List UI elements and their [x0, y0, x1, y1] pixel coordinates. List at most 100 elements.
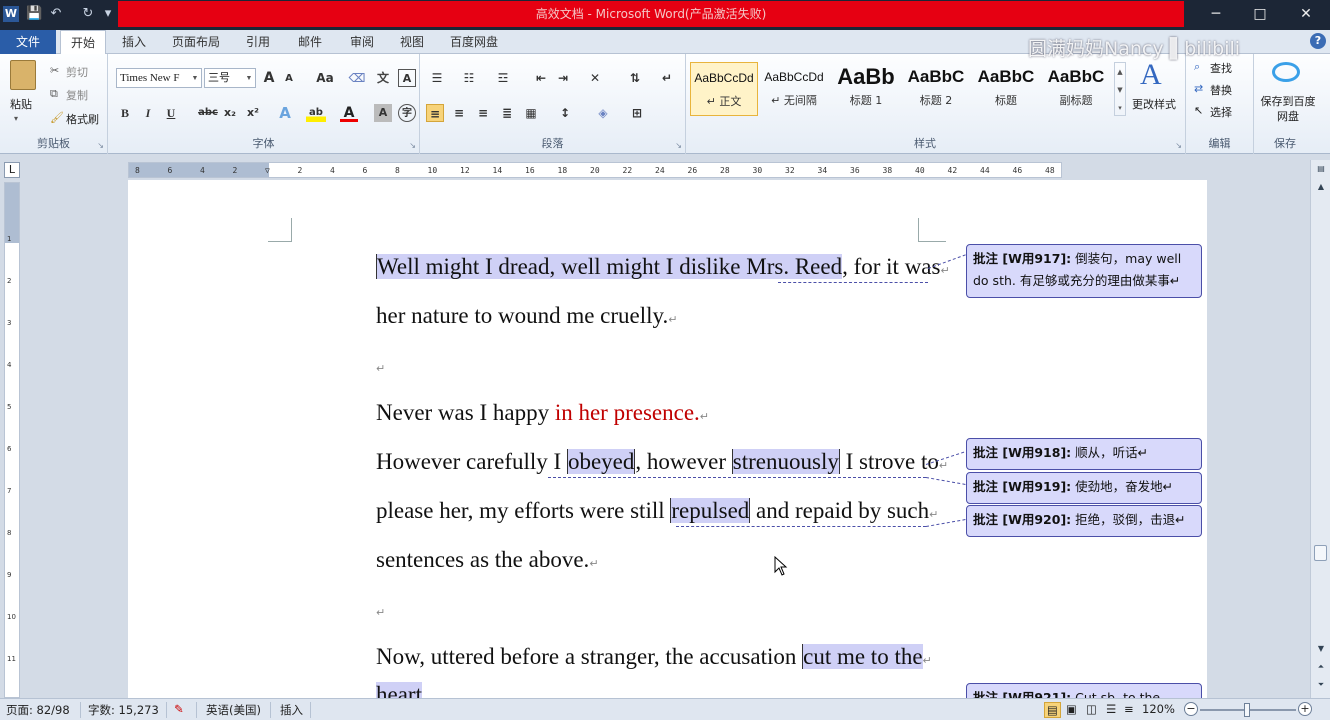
full-screen-view-icon[interactable]: ▣	[1066, 702, 1077, 716]
change-styles-icon[interactable]: A	[1140, 58, 1162, 92]
cut-button[interactable]: 剪切	[66, 64, 88, 80]
redo-icon[interactable]: ↻	[80, 6, 96, 22]
tab-file[interactable]: 文件	[0, 30, 56, 54]
multilevel-list-icon[interactable]: ☲	[494, 69, 512, 87]
justify-icon[interactable]: ≣	[498, 104, 516, 122]
decrease-indent-icon[interactable]: ⇤	[532, 69, 550, 87]
scroll-up-icon[interactable]: ▲	[1314, 180, 1328, 194]
show-marks-icon[interactable]: ↵	[658, 69, 676, 87]
underline-button[interactable]: U	[162, 104, 180, 122]
align-left-icon[interactable]: ≡	[426, 104, 444, 122]
paste-button[interactable]: 粘贴	[10, 96, 32, 112]
style-no-spacing[interactable]: AaBbCcDd ↵ 无间隔	[760, 62, 828, 116]
tab-baidu-netdisk[interactable]: 百度网盘	[442, 30, 506, 54]
sort-icon[interactable]: ⇅	[626, 69, 644, 87]
document-page[interactable]: Well might I dread, well might I dislike…	[128, 180, 1207, 698]
doc-line-3[interactable]: ↵	[376, 352, 385, 378]
superscript-button[interactable]: x²	[244, 104, 262, 122]
word-count[interactable]: 字数: 15,273	[88, 702, 159, 718]
commented-text-920[interactable]: repulsed	[670, 498, 751, 523]
change-styles-button[interactable]: 更改样式	[1132, 96, 1176, 112]
style-heading-2[interactable]: AaBbC 标题 2	[902, 62, 970, 116]
char-border-icon[interactable]: A	[398, 69, 416, 87]
undo-icon[interactable]: ↶	[48, 6, 64, 22]
commented-text-919[interactable]: strenuously	[731, 449, 840, 474]
char-shading-button[interactable]: A	[374, 104, 392, 122]
replace-button[interactable]: 替换	[1210, 82, 1232, 98]
insert-mode-indicator[interactable]: 插入	[280, 702, 303, 718]
styles-scroll[interactable]: ▲ ▼ ▾	[1114, 62, 1126, 116]
style-subtitle[interactable]: AaBbC 副标题	[1042, 62, 1110, 116]
text-effects-button[interactable]: A	[276, 104, 294, 122]
comment-balloon-917[interactable]: 批注 [W用917]: 倒装句，may well do sth. 有足够或充分的…	[966, 244, 1202, 298]
styles-launcher-icon[interactable]: ↘	[1175, 141, 1182, 150]
doc-line-8[interactable]: ↵	[376, 596, 385, 622]
grow-font-button[interactable]: A	[260, 69, 278, 87]
enclose-char-button[interactable]: 字	[398, 104, 416, 122]
tab-page-layout[interactable]: 页面布局	[166, 30, 226, 54]
style-title[interactable]: AaBbC 标题	[972, 62, 1040, 116]
doc-line-2[interactable]: her nature to wound me cruelly.↵	[376, 303, 678, 329]
align-center-icon[interactable]: ≡	[450, 104, 468, 122]
doc-line-10[interactable]: heart	[376, 682, 422, 698]
distributed-icon[interactable]: ▦	[522, 104, 540, 122]
word-app-icon[interactable]: W	[3, 6, 19, 22]
page-indicator[interactable]: 页面: 82/98	[6, 702, 70, 718]
doc-line-1[interactable]: Well might I dread, well might I dislike…	[376, 254, 950, 280]
horizontal-ruler[interactable]: 8 6 4 2 ▽ 2 4 6 8 10 12 14 16 18 20 22 24 26 28 30 32 34 36 38 4…	[128, 162, 1062, 178]
style-heading-1[interactable]: AaBb 标题 1	[832, 62, 900, 116]
previous-page-icon[interactable]: ⏶	[1314, 660, 1328, 674]
increase-indent-icon[interactable]: ⇥	[554, 69, 572, 87]
tab-references[interactable]: 引用	[236, 30, 280, 54]
help-icon[interactable]: ?	[1310, 33, 1326, 49]
select-button[interactable]: 选择	[1210, 104, 1232, 120]
italic-button[interactable]: I	[139, 104, 157, 122]
scroll-down-icon[interactable]: ▼	[1314, 642, 1328, 656]
comment-balloon-920[interactable]: 批注 [W用920]: 拒绝，驳倒，击退↵	[966, 505, 1202, 537]
shrink-font-button[interactable]: A	[280, 70, 298, 88]
font-color-button[interactable]: A	[340, 104, 358, 122]
paste-dropdown-icon[interactable]: ▾	[14, 114, 18, 123]
font-launcher-icon[interactable]: ↘	[409, 141, 416, 150]
tab-insert[interactable]: 插入	[112, 30, 156, 54]
baidu-cloud-icon[interactable]	[1272, 62, 1300, 82]
paragraph-launcher-icon[interactable]: ↘	[675, 141, 682, 150]
doc-line-9[interactable]: Now, uttered before a stranger, the accu…	[376, 644, 932, 670]
tab-review[interactable]: 审阅	[340, 30, 384, 54]
paste-icon[interactable]	[10, 60, 36, 90]
language-indicator[interactable]: 英语(美国)	[206, 702, 261, 718]
next-page-icon[interactable]: ⏷	[1314, 678, 1328, 692]
format-painter-button[interactable]: 格式刷	[66, 111, 99, 127]
subscript-button[interactable]: x₂	[221, 104, 239, 122]
doc-line-5[interactable]: However carefully I obeyed, however stre…	[376, 449, 948, 475]
save-icon[interactable]: 💾	[26, 6, 42, 22]
font-size-combo[interactable]: 三号 ▼	[204, 68, 256, 88]
highlight-button[interactable]: ab	[306, 104, 326, 122]
doc-line-6[interactable]: please her, my efforts were still repuls…	[376, 498, 938, 524]
zoom-out-button[interactable]: −	[1184, 702, 1198, 716]
commented-text-918[interactable]: obeyed	[566, 449, 636, 474]
comment-balloon-921[interactable]: 批注 [W用921]: Cut sb. to the heart	[966, 683, 1202, 698]
strikethrough-button[interactable]: abc	[196, 104, 220, 122]
zoom-slider-thumb[interactable]	[1244, 703, 1250, 717]
zoom-in-button[interactable]: +	[1298, 702, 1312, 716]
clipboard-launcher-icon[interactable]: ↘	[97, 141, 104, 150]
document-area[interactable]: Well might I dread, well might I dislike…	[22, 180, 1310, 698]
vertical-scrollbar[interactable]: ▤ ▲ ▼ ⏶ ⏷	[1310, 160, 1330, 698]
zoom-level[interactable]: 120%	[1142, 702, 1175, 716]
vertical-ruler[interactable]: 1 2 3 4 5 6 7 8 9 10 11	[4, 182, 20, 698]
maximize-button[interactable]: □	[1240, 2, 1280, 26]
phonetic-guide-icon[interactable]: 文	[374, 69, 392, 87]
comment-balloon-918[interactable]: 批注 [W用918]: 顺从，听话↵	[966, 438, 1202, 470]
minimize-button[interactable]: ─	[1196, 2, 1236, 26]
outline-view-icon[interactable]: ☰	[1106, 702, 1116, 716]
find-button[interactable]: 查找	[1210, 60, 1232, 76]
align-right-icon[interactable]: ≡	[474, 104, 492, 122]
bullets-icon[interactable]: ☰	[428, 69, 446, 87]
print-layout-view-icon[interactable]: ▤	[1044, 702, 1061, 718]
tab-mailings[interactable]: 邮件	[288, 30, 332, 54]
proofing-icon[interactable]: ✎	[174, 702, 184, 716]
scrollbar-thumb[interactable]	[1314, 545, 1327, 561]
close-button[interactable]: ✕	[1286, 2, 1326, 26]
copy-button[interactable]: 复制	[66, 87, 88, 103]
